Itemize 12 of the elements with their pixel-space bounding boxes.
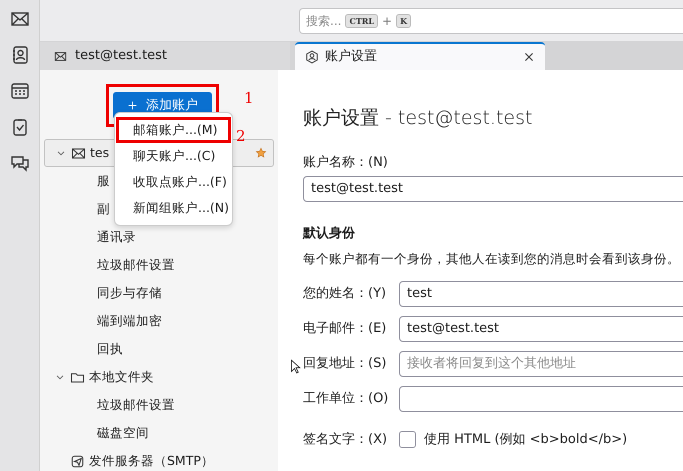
pane-title: test@test.test xyxy=(75,47,168,66)
field-label: 签名文字：(X) xyxy=(303,432,388,447)
annotation-number: 2 xyxy=(236,126,246,147)
field-label: 账户名称：(N) xyxy=(303,154,388,172)
description-text: 每个账户都有一个身份，其他人在读到您的消息时会看到该身份。 xyxy=(303,250,680,268)
field-label: 您的姓名：(Y) xyxy=(303,286,386,301)
section-heading: 默认身份 xyxy=(303,225,355,243)
field-label: 工作单位：(O) xyxy=(303,391,388,406)
field-label: 回复地址：(S) xyxy=(303,356,386,371)
field-label: 电子邮件：(E) xyxy=(303,321,386,336)
page-title: 账户设置 - test@test.test xyxy=(303,106,534,131)
annotation-number: 1 xyxy=(244,88,254,109)
